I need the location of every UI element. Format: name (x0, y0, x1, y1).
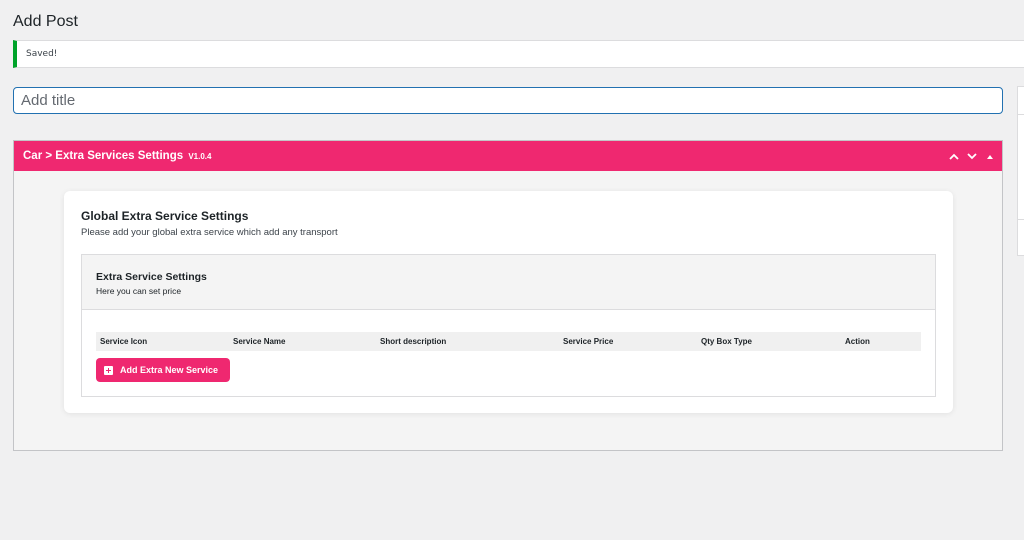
chevron-down-icon[interactable] (966, 149, 978, 163)
extra-service-panel: Extra Service Settings Here you can set … (81, 254, 936, 397)
extra-services-metabox: Car > Extra Services Settings V1.0.4 Glo… (13, 140, 1003, 451)
side-panel-divider (1018, 114, 1024, 115)
extra-service-panel-header: Extra Service Settings Here you can set … (82, 255, 935, 310)
version-label: V1.0.4 (188, 152, 212, 161)
side-panel (1017, 86, 1024, 256)
service-table-header: Service Icon Service Name Short descript… (96, 332, 921, 351)
column-header: Service Name (233, 337, 286, 346)
side-panel-divider (1018, 219, 1024, 220)
post-title-input[interactable] (13, 87, 1003, 114)
column-header: Action (845, 337, 870, 346)
panel-title: Extra Service Settings (96, 271, 207, 283)
column-header: Service Price (563, 337, 614, 346)
column-header: Short description (380, 337, 447, 346)
triangle-up-icon[interactable] (984, 149, 996, 163)
page-title: Add Post (13, 13, 78, 30)
metabox-title: Car > Extra Services Settings V1.0.4 (23, 150, 211, 162)
chevron-up-icon[interactable] (948, 149, 960, 163)
metabox-header: Car > Extra Services Settings V1.0.4 (14, 141, 1002, 171)
metabox-title-text: Car > Extra Services Settings (23, 150, 184, 162)
add-extra-service-button[interactable]: Add Extra New Service (96, 358, 230, 382)
card-subtitle: Please add your global extra service whi… (81, 227, 338, 238)
notice-text: Saved! (26, 49, 58, 59)
saved-notice: Saved! (13, 40, 1024, 68)
plus-square-icon (104, 365, 113, 375)
column-header: Service Icon (100, 337, 148, 346)
card-title: Global Extra Service Settings (81, 209, 249, 223)
global-settings-card: Global Extra Service Settings Please add… (64, 191, 953, 413)
column-header: Qty Box Type (701, 337, 752, 346)
add-button-label: Add Extra New Service (120, 365, 219, 375)
panel-subtitle: Here you can set price (96, 286, 182, 296)
metabox-controls (948, 149, 996, 163)
